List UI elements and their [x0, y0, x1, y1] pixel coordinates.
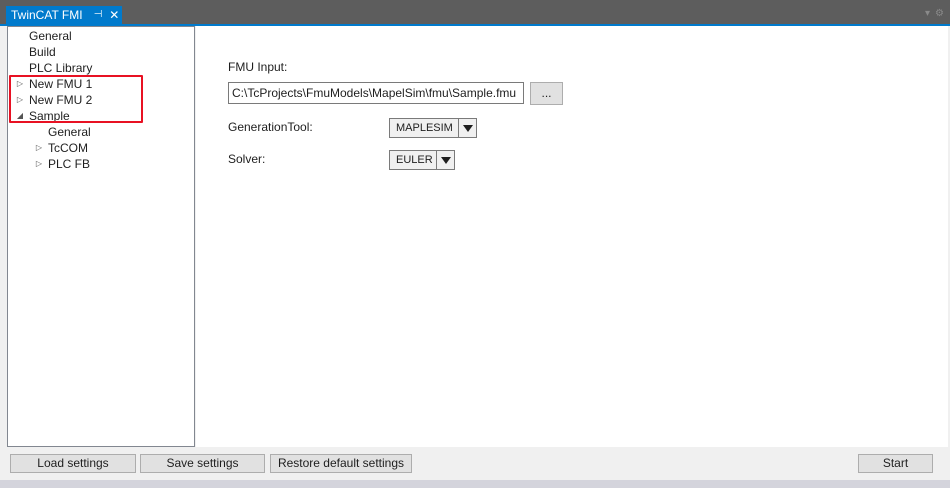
expand-arrow-icon[interactable]: ▷: [34, 156, 44, 172]
generation-tool-select[interactable]: MAPLESIM: [389, 118, 477, 138]
tree-item-sample-general[interactable]: General: [48, 124, 91, 140]
tree-item-plc-fb[interactable]: PLC FB: [48, 156, 90, 172]
solver-label: Solver:: [228, 152, 266, 166]
load-settings-button[interactable]: Load settings: [10, 454, 136, 473]
fmu-input-label: FMU Input:: [228, 60, 288, 74]
chevron-down-icon[interactable]: [437, 150, 455, 170]
generation-tool-label: GenerationTool:: [228, 120, 313, 134]
save-settings-button[interactable]: Save settings: [140, 454, 265, 473]
start-button[interactable]: Start: [858, 454, 933, 473]
dropdown-icon[interactable]: ▾: [925, 8, 930, 19]
tab-title: TwinCAT FMI: [11, 8, 83, 22]
expand-arrow-icon[interactable]: ▷: [34, 140, 44, 156]
client-area: General Build PLC Library ▷ New FMU 1 ▷ …: [0, 26, 950, 488]
document-tab-strip: TwinCAT FMI ⊣ ✕ ▾ ⚙: [0, 0, 950, 24]
chevron-down-icon[interactable]: [459, 118, 477, 138]
tab-twincat-fmi[interactable]: TwinCAT FMI ⊣ ✕: [6, 6, 122, 24]
solver-select[interactable]: EULER: [389, 150, 455, 170]
tree-item-build[interactable]: Build: [29, 44, 56, 60]
pin-icon[interactable]: ⊣: [94, 10, 103, 20]
tree-item-plc-library[interactable]: PLC Library: [29, 60, 92, 76]
highlight-annotation: [9, 75, 143, 123]
browse-button[interactable]: ...: [530, 82, 563, 105]
horizontal-scrollbar[interactable]: [0, 480, 950, 488]
gear-icon[interactable]: ⚙: [935, 8, 944, 19]
strip-icons: ▾ ⚙: [925, 8, 944, 19]
restore-default-settings-button[interactable]: Restore default settings: [270, 454, 412, 473]
tree-item-tccom[interactable]: TcCOM: [48, 140, 88, 156]
fmu-input-field[interactable]: C:\TcProjects\FmuModels\MapelSim\fmu\Sam…: [228, 82, 524, 104]
close-icon[interactable]: ✕: [109, 9, 119, 21]
tree-item-general[interactable]: General: [29, 28, 72, 44]
settings-panel: FMU Input: C:\TcProjects\FmuModels\Mapel…: [196, 26, 948, 447]
solver-value: EULER: [389, 150, 437, 170]
generation-tool-value: MAPLESIM: [389, 118, 459, 138]
